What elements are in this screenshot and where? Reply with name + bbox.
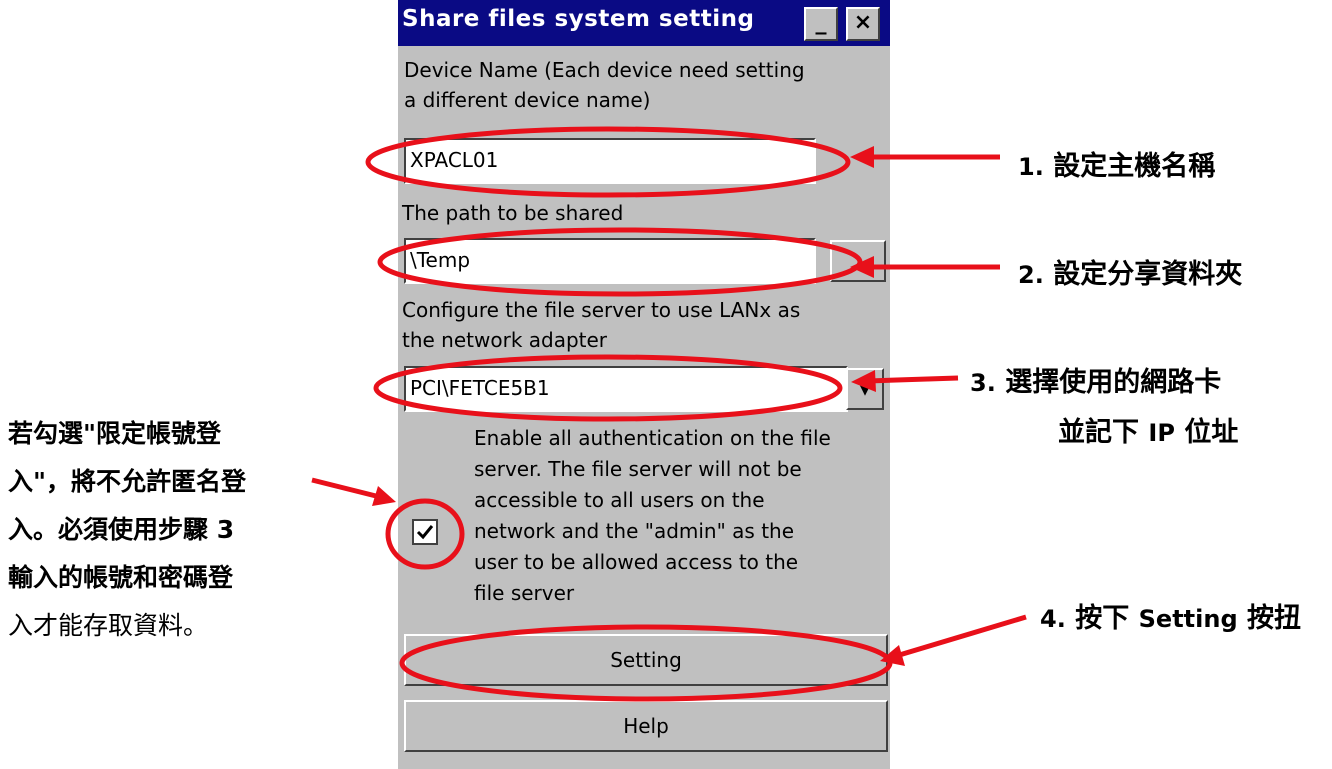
highlight-adapter (373, 354, 843, 422)
left-note-line-5: 入才能存取資料。 (8, 611, 209, 640)
highlight-device-name (365, 126, 851, 198)
annotation-step-4: 4. 按下 Setting 按扭 (1040, 603, 1302, 634)
highlight-shared-path (377, 227, 863, 297)
arrow-left-note (311, 477, 381, 500)
arrow-step-3 (867, 375, 959, 384)
annotation-step-3-line-1: 3. 選擇使用的網路卡 (970, 367, 1222, 398)
arrowhead-3 (851, 370, 876, 392)
left-note-line-1: 若勾選"限定帳號登 (8, 419, 222, 448)
arrowhead-1 (850, 146, 874, 168)
arrowhead-2 (850, 256, 874, 278)
annotation-step-2: 2. 設定分享資料夾 (1018, 259, 1243, 290)
left-note: 若勾選"限定帳號登 入"，將不允許匿名登 入。必須使用步驟 3 輸入的帳號和密碼… (8, 410, 246, 650)
annotation-step-1: 1. 設定主機名稱 (1018, 151, 1216, 182)
left-note-line-4: 輸入的帳號和密碼登 (8, 563, 234, 592)
left-note-line-3: 入。必須使用步驟 3 (8, 515, 235, 544)
arrowhead-left (372, 486, 396, 506)
left-note-line-2: 入"，將不允許匿名登 (8, 467, 247, 496)
annotation-step-3-line-2: 並記下 IP 位址 (1058, 417, 1239, 448)
highlight-setting-button (399, 624, 893, 702)
arrow-step-4 (895, 614, 1027, 659)
highlight-checkbox (385, 498, 465, 570)
